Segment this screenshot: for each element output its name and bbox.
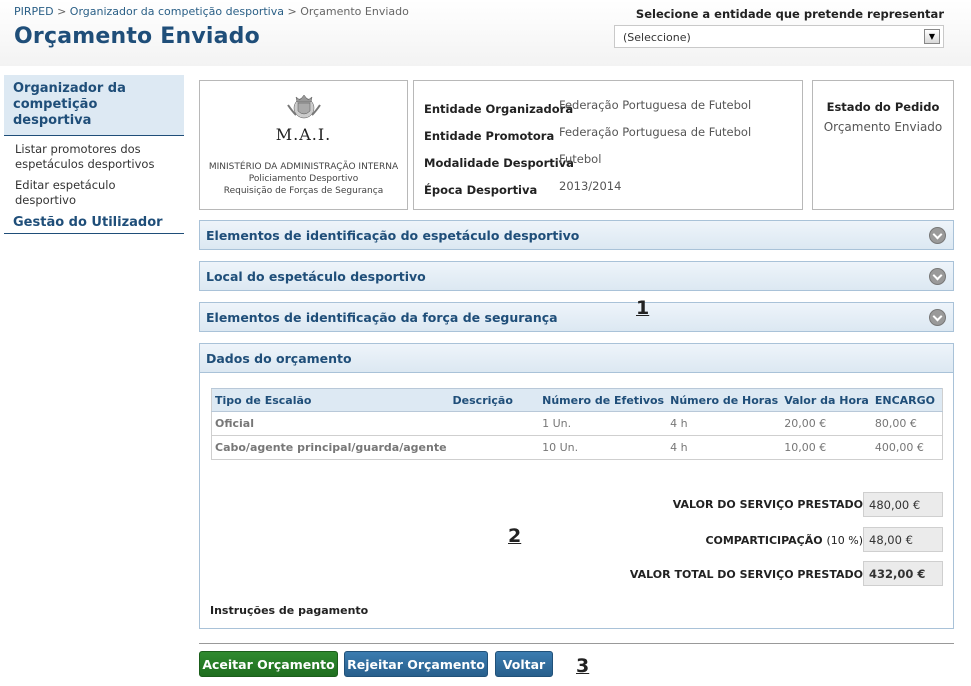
info-row: Modalidade Desportiva Futebol [424, 152, 794, 176]
page-title: Orçamento Enviado [14, 24, 260, 49]
back-button[interactable]: Voltar [495, 651, 553, 677]
breadcrumb-separator: > [57, 5, 67, 18]
accordion-title: Elementos de identificação da força de s… [206, 310, 558, 325]
expand-icon[interactable] [929, 309, 946, 326]
info-label: Modalidade Desportiva [424, 156, 574, 170]
annotation-marker-3: 3 [576, 655, 590, 677]
ministry-logo-box: M.A.I. MINISTÉRIO DA ADMINISTRAÇÃO INTER… [199, 80, 408, 210]
sidebar-item-organizer[interactable]: Organizador da competição desportiva [4, 75, 184, 136]
copay-label: COMPARTICIPAÇÃO (10 %) [705, 534, 863, 547]
info-label: Entidade Promotora [424, 129, 555, 143]
breadcrumb-separator: > [287, 5, 297, 18]
ministry-name: MINISTÉRIO DA ADMINISTRAÇÃO INTERNA [208, 162, 399, 172]
ministry-service: Requisição de Forças de Segurança [223, 186, 384, 196]
column-header: Descrição [449, 388, 540, 412]
annotation-marker-2: 2 [508, 525, 522, 547]
info-label: Época Desportiva [424, 183, 538, 197]
total-value-label: VALOR TOTAL DO SERVIÇO PRESTADO [629, 568, 863, 581]
info-value: Federação Portuguesa de Futebol [559, 98, 752, 112]
ministry-caption: MINISTÉRIO DA ADMINISTRAÇÃO INTERNA Poli… [200, 161, 407, 197]
budget-panel: Dados do orçamento Tipo de Escalão Descr… [199, 343, 954, 629]
table-cell: 10 Un. [539, 435, 668, 460]
ministry-department: Policiamento Desportivo [248, 174, 359, 184]
sidebar-item-edit-event[interactable]: Editar espetáculo desportivo [4, 172, 184, 208]
column-header: Tipo de Escalão [210, 388, 450, 412]
reject-budget-button[interactable]: Rejeitar Orçamento [344, 651, 488, 677]
info-row: Entidade Promotora Federação Portuguesa … [424, 125, 794, 149]
info-row: Entidade Organizadora Federação Portugue… [424, 98, 794, 122]
column-header: ENCARGO [871, 388, 943, 412]
info-row: Época Desportiva 2013/2014 [424, 179, 794, 203]
table-cell: 10,00 € [781, 435, 872, 460]
table-cell: 20,00 € [781, 411, 872, 436]
divider [199, 643, 954, 644]
request-status-box: Estado do Pedido Orçamento Enviado [812, 80, 954, 210]
table-cell: 400,00 € [871, 435, 943, 460]
table-cell [449, 411, 540, 436]
breadcrumb-link-home[interactable]: PIRPED [14, 5, 54, 18]
entity-select[interactable]: (Seleccione) ▼ [614, 25, 944, 48]
status-value: Orçamento Enviado [823, 120, 943, 134]
status-label: Estado do Pedido [826, 100, 940, 114]
column-header: Valor da Hora [781, 388, 872, 412]
total-value: 432,00 € [863, 561, 943, 586]
breadcrumb-link-organizer[interactable]: Organizador da competição desportiva [70, 5, 284, 18]
request-info-box: Entidade Organizadora Federação Portugue… [413, 80, 803, 210]
expand-icon[interactable] [929, 268, 946, 285]
budget-title: Dados do orçamento [206, 351, 352, 366]
column-header: Número de Efetivos [539, 388, 668, 412]
breadcrumb-current: Orçamento Enviado [300, 5, 409, 18]
table-cell [449, 435, 540, 460]
table-row: Oficial 1 Un. 4 h 20,00 € 80,00 € [210, 411, 943, 436]
budget-table: Tipo de Escalão Descrição Número de Efet… [210, 388, 943, 460]
entity-selector-label: Selecione a entidade que pretende repres… [635, 7, 944, 21]
info-value: 2013/2014 [559, 179, 622, 193]
table-cell: Oficial [210, 411, 450, 436]
table-cell: Cabo/agente principal/guarda/agente [210, 435, 450, 460]
table-cell: 4 h [667, 411, 782, 436]
ministry-acronym: M.A.I. [275, 125, 332, 144]
payment-instructions: Instruções de pagamento [210, 604, 369, 617]
page-header: PIRPED > Organizador da competição despo… [0, 0, 971, 66]
copay-value: 48,00 € [863, 527, 943, 552]
entity-select-value: (Seleccione) [623, 31, 691, 44]
accept-budget-button[interactable]: Aceitar Orçamento [199, 651, 338, 677]
annotation-marker-1: 1 [636, 297, 650, 319]
accordion-title: Local do espetáculo desportivo [206, 269, 426, 284]
info-value: Futebol [559, 152, 602, 166]
info-label: Entidade Organizadora [424, 102, 574, 116]
budget-header: Dados do orçamento [200, 344, 953, 373]
accordion-security-force[interactable]: Elementos de identificação da força de s… [199, 302, 954, 332]
copay-percentage: (10 %) [826, 534, 863, 547]
sidebar-item-list-promoters[interactable]: Listar promotores dos espetáculos despor… [4, 136, 184, 172]
table-cell: 1 Un. [539, 411, 668, 436]
breadcrumb: PIRPED > Organizador da competição despo… [14, 5, 409, 18]
accordion-event-location[interactable]: Local do espetáculo desportivo [199, 261, 954, 291]
service-value: 480,00 € [863, 492, 943, 517]
copay-label-text: COMPARTICIPAÇÃO [705, 534, 823, 547]
table-row: Cabo/agente principal/guarda/agente 10 U… [210, 435, 943, 460]
chevron-down-icon[interactable]: ▼ [924, 29, 940, 44]
expand-icon[interactable] [929, 227, 946, 244]
sidebar: Organizador da competição desportiva Lis… [4, 75, 184, 234]
table-cell: 80,00 € [871, 411, 943, 436]
table-cell: 4 h [667, 435, 782, 460]
column-header: Número de Horas [667, 388, 782, 412]
accordion-event-identification[interactable]: Elementos de identificação do espetáculo… [199, 220, 954, 250]
info-value: Federação Portuguesa de Futebol [559, 125, 752, 139]
coat-of-arms-icon [287, 94, 321, 119]
accordion-title: Elementos de identificação do espetáculo… [206, 228, 580, 243]
service-value-label: VALOR DO SERVIÇO PRESTADO [672, 498, 863, 511]
sidebar-section-user-management[interactable]: Gestão do Utilizador [4, 212, 184, 234]
table-header-row: Tipo de Escalão Descrição Número de Efet… [210, 388, 943, 412]
